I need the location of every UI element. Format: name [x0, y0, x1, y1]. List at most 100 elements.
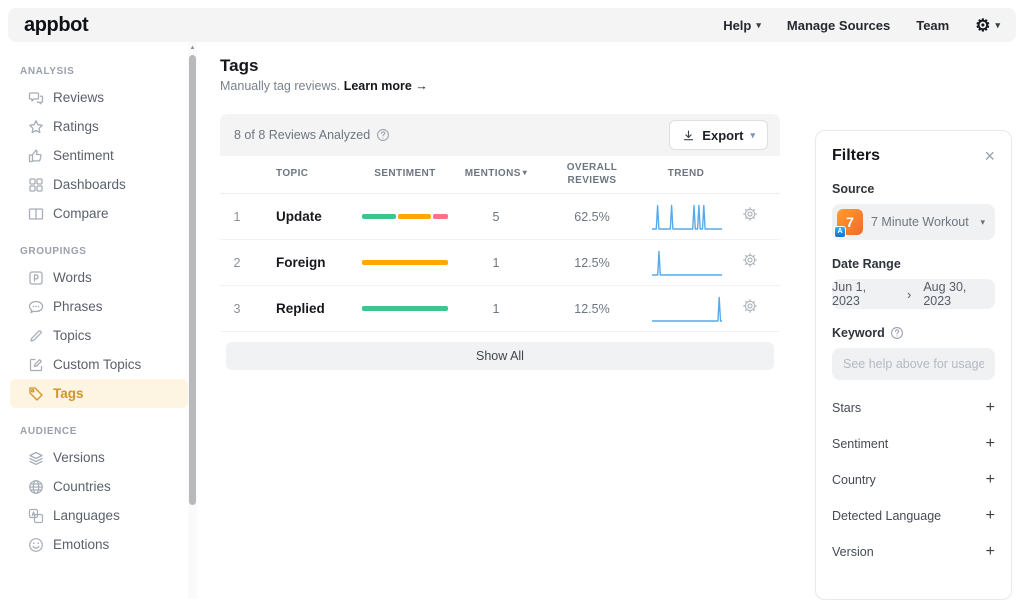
sidebar-item-words[interactable]: Words: [10, 263, 188, 292]
trend-sparkline: [652, 296, 722, 322]
sentiment-bar: [362, 306, 448, 311]
nav-settings-menu[interactable]: ⚙ ▾: [975, 17, 1000, 34]
chevron-down-icon: ▾: [995, 19, 1000, 30]
filters-title: Filters: [832, 147, 881, 164]
nav-help-menu[interactable]: Help ▾: [723, 18, 761, 33]
sidebar-item-countries[interactable]: Countries: [10, 472, 188, 501]
trend-sparkline: [652, 204, 722, 230]
nav-team[interactable]: Team: [916, 18, 949, 33]
mentions-value: 1: [492, 255, 500, 270]
sentiment-bar: [362, 260, 448, 265]
filter-section-stars[interactable]: Stars +: [832, 390, 995, 426]
overall-reviews-value: 12.5%: [574, 255, 610, 270]
scrollbar-thumb[interactable]: [189, 55, 196, 505]
sidebar-item-custom-topics[interactable]: Custom Topics: [10, 350, 188, 379]
sentiment-bar: [362, 214, 448, 219]
filter-section-version[interactable]: Version +: [832, 534, 995, 570]
layers-icon: [28, 450, 44, 466]
star-icon: [28, 119, 44, 135]
filter-section-detected-language[interactable]: Detected Language +: [832, 498, 995, 534]
show-all-button[interactable]: Show All: [226, 342, 774, 370]
sidebar-item-ratings[interactable]: Ratings: [10, 112, 188, 141]
section-title-groupings: GROUPINGS: [20, 246, 87, 257]
main-content: Tags Manually tag reviews. Learn more → …: [220, 56, 782, 378]
sidebar-item-versions[interactable]: Versions: [10, 443, 188, 472]
filter-section-country[interactable]: Country +: [832, 462, 995, 498]
table-header: TOPIC SENTIMENT MENTIONS ▾ OVERALL REVIEW…: [220, 156, 780, 194]
row-index: 2: [233, 255, 241, 270]
translate-icon: [28, 508, 44, 524]
source-select[interactable]: 7 A 7 Minute Workout ▾: [832, 204, 995, 240]
sidebar-scrollbar[interactable]: ▲: [188, 42, 197, 599]
sort-caret-icon: ▾: [522, 168, 528, 178]
app-icon: 7 A: [834, 209, 863, 238]
help-circle-icon[interactable]: [376, 128, 390, 142]
panel-header: 8 of 8 Reviews Analyzed Export ▾: [220, 114, 780, 156]
topic-link[interactable]: Foreign: [254, 255, 350, 270]
reviews-icon: [28, 90, 44, 106]
plus-icon: +: [985, 399, 995, 416]
topic-link[interactable]: Update: [254, 209, 350, 224]
source-label: Source: [832, 182, 875, 196]
filter-section-sentiment[interactable]: Sentiment +: [832, 426, 995, 462]
sidebar-item-compare[interactable]: Compare: [10, 199, 188, 228]
scroll-up-icon[interactable]: ▲: [188, 45, 197, 51]
row-index: 3: [233, 301, 241, 316]
nav-manage-sources[interactable]: Manage Sources: [787, 18, 890, 33]
source-value: 7 Minute Workout: [871, 215, 969, 229]
table-row: 3 Replied 1 12.5%: [220, 286, 780, 332]
app-store-badge-icon: A: [834, 226, 846, 238]
columns-icon: [28, 206, 44, 222]
grid-icon: [28, 177, 44, 193]
close-icon[interactable]: ×: [984, 147, 995, 165]
sidebar-item-topics[interactable]: Topics: [10, 321, 188, 350]
sidebar-item-reviews[interactable]: Reviews: [10, 83, 188, 112]
help-circle-icon[interactable]: [890, 326, 904, 340]
row-settings-gear-icon[interactable]: [742, 252, 758, 268]
row-settings-gear-icon[interactable]: [742, 206, 758, 222]
keyword-input[interactable]: [832, 348, 995, 380]
keyword-label: Keyword: [832, 326, 885, 340]
plus-icon: +: [985, 471, 995, 488]
row-settings-gear-icon[interactable]: [742, 298, 758, 314]
globe-icon: [28, 479, 44, 495]
sidebar-item-dashboards[interactable]: Dashboards: [10, 170, 188, 199]
table-row: 1 Update 5 62.5%: [220, 194, 780, 240]
page-subtitle: Manually tag reviews. Learn more →: [220, 79, 428, 93]
section-title-audience: AUDIENCE: [20, 426, 78, 437]
pen-icon: [28, 328, 44, 344]
topic-link[interactable]: Replied: [254, 301, 350, 316]
mentions-value: 1: [492, 301, 500, 316]
sidebar-item-phrases[interactable]: Phrases: [10, 292, 188, 321]
chevron-down-icon: ▾: [980, 216, 985, 227]
date-end: Aug 30, 2023: [923, 280, 967, 308]
export-button[interactable]: Export ▾: [669, 120, 768, 150]
thumbs-up-icon: [28, 148, 44, 164]
date-start: Jun 1, 2023: [832, 280, 867, 308]
chevron-down-icon: ▾: [750, 129, 755, 140]
gear-icon: ⚙: [975, 15, 991, 35]
smiley-icon: [28, 537, 44, 553]
app-logo[interactable]: appbot: [24, 14, 89, 37]
mentions-value: 5: [492, 209, 500, 224]
chevron-down-icon: ▾: [756, 19, 761, 30]
navbar-menu: Help ▾ Manage Sources Team ⚙ ▾: [723, 17, 1000, 34]
col-sentiment: SENTIMENT: [374, 168, 436, 180]
col-mentions-sort[interactable]: MENTIONS ▾: [460, 168, 532, 181]
plus-icon: +: [985, 435, 995, 452]
filters-panel: Filters × Source 7 A 7 Minute Workout ▾ …: [815, 130, 1012, 600]
sidebar-item-emotions[interactable]: Emotions: [10, 530, 188, 559]
tag-icon: [28, 386, 44, 402]
row-index: 1: [233, 209, 241, 224]
trend-sparkline: [652, 250, 722, 276]
sidebar: ANALYSIS Reviews Ratings Sentiment Dashb…: [0, 42, 197, 599]
learn-more-link[interactable]: Learn more →: [344, 79, 428, 93]
chevron-right-icon: ›: [906, 286, 912, 302]
plus-icon: +: [985, 543, 995, 560]
sidebar-item-languages[interactable]: Languages: [10, 501, 188, 530]
col-overall-reviews: OVERALL REVIEWS: [566, 162, 618, 186]
date-range-picker[interactable]: Jun 1, 2023 › Aug 30, 2023: [832, 279, 995, 309]
sidebar-item-sentiment[interactable]: Sentiment: [10, 141, 188, 170]
col-trend: TREND: [667, 168, 705, 180]
sidebar-item-tags[interactable]: Tags: [10, 379, 188, 408]
